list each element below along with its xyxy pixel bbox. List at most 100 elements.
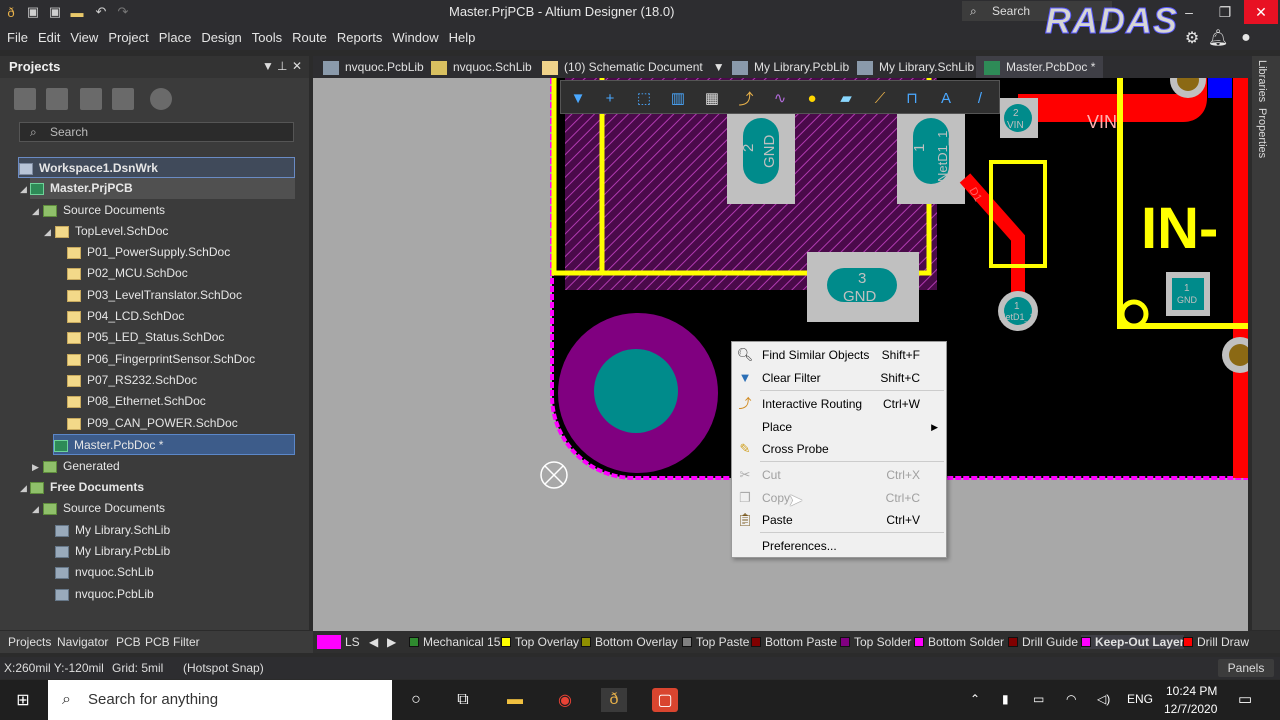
file-explorer-icon[interactable]: ▬ — [502, 688, 528, 712]
menu-item-clear-filter[interactable]: ▼ Clear Filter Shift+C — [732, 367, 946, 389]
select-rect-icon[interactable]: ⬚ — [633, 87, 655, 109]
menu-reports[interactable]: Reports — [332, 30, 388, 45]
task-view-icon[interactable]: ⧉ — [450, 688, 476, 712]
tree-folder-source[interactable]: Source Documents — [43, 498, 165, 519]
layer-tab-mechanical-15[interactable]: Mechanical 15 — [409, 635, 500, 649]
layer-tab-keep-out-active[interactable]: Keep-Out Layer — [1081, 635, 1185, 649]
current-layer-swatch[interactable] — [317, 635, 341, 649]
menu-place[interactable]: Place — [154, 30, 197, 45]
menu-item-find-similar[interactable]: 🔍︎ Find Similar Objects Shift+F — [732, 344, 946, 366]
via-icon[interactable]: ● — [801, 87, 823, 109]
clock-date[interactable]: 12/7/2020 — [1164, 702, 1217, 716]
menu-view[interactable]: View — [65, 30, 103, 45]
route-icon[interactable]: ⤴ — [735, 87, 757, 109]
redo-icon[interactable]: ↷ — [114, 3, 132, 21]
collapse-arrow-icon[interactable]: ▶ — [32, 462, 39, 473]
recorder-icon[interactable]: ▢ — [652, 688, 678, 712]
save-all-project-icon[interactable] — [46, 88, 68, 110]
menu-design[interactable]: Design — [196, 30, 246, 45]
tree-doc[interactable]: P09_CAN_POWER.SchDoc — [67, 413, 238, 434]
line-icon[interactable]: / — [969, 87, 991, 109]
panels-button[interactable]: Panels — [1218, 659, 1274, 677]
tab-master-pcbdoc[interactable]: Master.PcbDoc * — [976, 56, 1104, 78]
tab-my-library-pcblib[interactable]: My Library.PcbLib — [732, 56, 849, 78]
tree-doc[interactable]: P04_LCD.SchDoc — [67, 306, 184, 327]
layer-tab-drill-draw[interactable]: Drill Draw — [1183, 635, 1249, 649]
menu-item-cut[interactable]: ✂ Cut Ctrl+X — [732, 464, 946, 486]
menu-file[interactable]: File — [2, 30, 33, 45]
tree-doc[interactable]: TopLevel.SchDoc — [55, 221, 168, 242]
filter-icon[interactable]: ▼ — [567, 87, 589, 109]
compile-icon[interactable] — [80, 88, 102, 110]
menu-route[interactable]: Route — [287, 30, 332, 45]
text-icon[interactable]: A — [935, 87, 957, 109]
tab-nvquoc-pcblib[interactable]: nvquoc.PcbLib — [323, 56, 424, 78]
layer-tab-drill-guide[interactable]: Drill Guide — [1008, 635, 1078, 649]
menu-window[interactable]: Window — [387, 30, 443, 45]
menu-tools[interactable]: Tools — [247, 30, 287, 45]
layer-tab-bottom-paste[interactable]: Bottom Paste — [751, 635, 837, 649]
bell-icon[interactable]: 🔔︎ — [1208, 28, 1228, 48]
tab-my-library-schlib[interactable]: My Library.SchLib — [857, 56, 974, 78]
battery-icon[interactable]: ▭ — [1033, 692, 1044, 706]
tree-doc[interactable]: P06_FingerprintSensor.SchDoc — [67, 349, 255, 370]
tree-doc[interactable]: nvquoc.SchLib — [55, 562, 154, 583]
taskbar-search[interactable]: ⌕ Search for anything — [48, 680, 392, 720]
chrome-icon[interactable]: ◉ — [552, 688, 578, 712]
tree-workspace[interactable]: Workspace1.DsnWrk — [18, 157, 295, 178]
project-options-icon[interactable] — [112, 88, 134, 110]
panel-close-icon[interactable]: ✕ — [292, 59, 302, 73]
menu-help[interactable]: Help — [444, 30, 481, 45]
layer-scroll-right-icon[interactable]: ▶ — [387, 635, 396, 649]
layer-tab-top-solder[interactable]: Top Solder — [840, 635, 911, 649]
dimension-icon[interactable]: ⊓ — [901, 87, 923, 109]
expand-arrow-icon[interactable]: ◢ — [32, 206, 39, 217]
save-project-icon[interactable] — [14, 88, 36, 110]
tree-doc[interactable]: nvquoc.PcbLib — [55, 584, 154, 605]
save-all-icon[interactable]: ▣ — [46, 3, 64, 21]
layer-tab-bottom-solder[interactable]: Bottom Solder — [914, 635, 1004, 649]
fill-icon[interactable]: ▰ — [835, 87, 857, 109]
dropdown-icon[interactable]: ▼ — [713, 60, 725, 74]
volume-icon[interactable]: ◁) — [1097, 692, 1110, 706]
tree-doc[interactable]: P01_PowerSupply.SchDoc — [67, 242, 230, 263]
tree-doc[interactable]: P02_MCU.SchDoc — [67, 263, 188, 284]
tray-expand-icon[interactable]: ⌃ — [970, 692, 980, 706]
tree-doc[interactable]: P07_RS232.SchDoc — [67, 370, 197, 391]
tab-pcb[interactable]: PCB — [116, 635, 141, 649]
tree-folder-generated[interactable]: Generated — [43, 456, 120, 477]
windows-start-icon[interactable]: ⊞ — [10, 688, 36, 712]
restore-button[interactable]: ❐ — [1208, 0, 1242, 24]
tab-properties[interactable]: Properties — [1256, 108, 1268, 158]
expand-arrow-icon[interactable]: ◢ — [44, 227, 51, 238]
open-folder-icon[interactable]: ▬ — [68, 3, 86, 21]
tree-doc[interactable]: My Library.PcbLib — [55, 541, 170, 562]
usb-icon[interactable]: ▮ — [1002, 692, 1009, 706]
menu-item-interactive-routing[interactable]: ⤴ Interactive Routing Ctrl+W — [732, 393, 946, 415]
expand-arrow-icon[interactable]: ◢ — [20, 184, 27, 195]
tree-project[interactable]: Master.PrjPCB — [30, 178, 295, 199]
tab-pcb-filter[interactable]: PCB Filter — [145, 635, 200, 649]
wifi-icon[interactable]: ◠ — [1066, 692, 1076, 706]
draw-line-icon[interactable]: ⟋ — [869, 87, 891, 109]
cortana-icon[interactable]: ○ — [403, 688, 429, 712]
gear-icon[interactable]: ⚙ — [1182, 28, 1202, 48]
menu-edit[interactable]: Edit — [33, 30, 65, 45]
layer-tab-top-paste[interactable]: Top Paste — [682, 635, 749, 649]
projects-search-input[interactable]: ⌕ Search — [19, 122, 294, 142]
language-indicator[interactable]: ENG — [1127, 692, 1153, 706]
tree-pcbdoc-selected[interactable]: Master.PcbDoc * — [53, 434, 295, 455]
move-cross-icon[interactable]: + — [599, 87, 621, 109]
tree-doc[interactable]: P05_LED_Status.SchDoc — [67, 327, 224, 348]
diff-pair-icon[interactable]: ∿ — [769, 87, 791, 109]
tree-doc[interactable]: My Library.SchLib — [55, 520, 170, 541]
menu-item-cross-probe[interactable]: ✎ Cross Probe — [732, 438, 946, 460]
save-icon[interactable]: ▣ — [24, 3, 42, 21]
component-icon[interactable]: ▦ — [701, 87, 723, 109]
layer-tab-top-overlay[interactable]: Top Overlay — [501, 635, 579, 649]
tab-schematic-document[interactable]: (10) Schematic Document ▼ — [542, 56, 725, 78]
menu-item-preferences[interactable]: Preferences... — [732, 535, 946, 557]
tab-libraries[interactable]: Libraries — [1256, 60, 1268, 102]
menu-item-place[interactable]: Place ▶ — [732, 416, 946, 438]
layer-scroll-left-icon[interactable]: ◀ — [369, 635, 378, 649]
